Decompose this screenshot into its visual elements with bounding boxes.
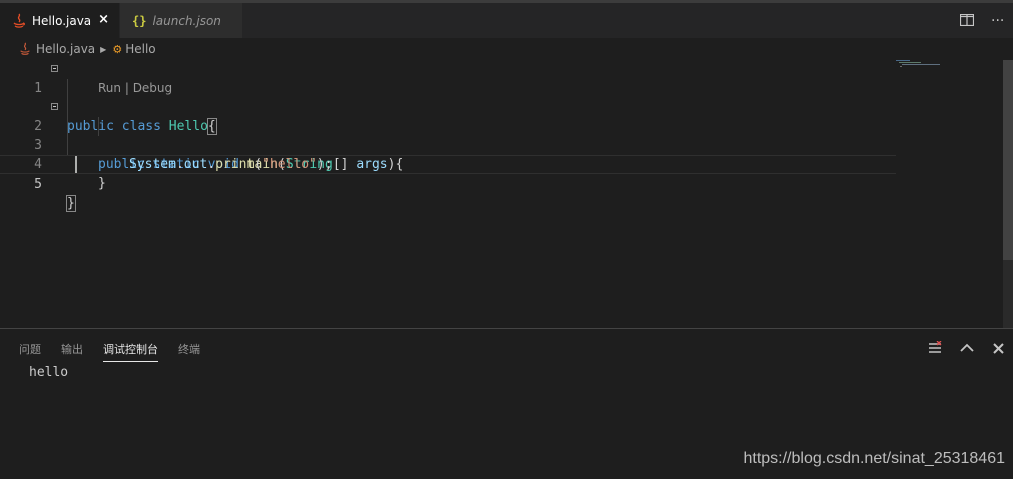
watermark: https://blog.csdn.net/sinat_25318461 (743, 450, 1005, 467)
tab-terminal[interactable]: 终端 (178, 341, 200, 357)
java-icon (20, 42, 30, 55)
debug-link[interactable]: Debug (133, 81, 172, 95)
debug-console-output: hello (29, 365, 69, 380)
line-number: 1 (34, 81, 42, 96)
brace: } (66, 195, 76, 212)
run-link[interactable]: Run (98, 81, 121, 95)
java-icon (13, 13, 25, 28)
text-cursor (75, 156, 77, 173)
code-line-1: 1 public class Hello{ (0, 60, 896, 135)
codelens-separator: | (121, 81, 133, 95)
minimap[interactable] (896, 59, 996, 69)
scrollbar-thumb[interactable] (1003, 60, 1013, 260)
tab-debug-console[interactable]: 调试控制台 (103, 341, 158, 362)
fold-icon[interactable] (51, 65, 58, 72)
breadcrumb: Hello.java ▶ ⚙ Hello (18, 40, 156, 58)
indent-guide (67, 79, 68, 155)
code-editor[interactable]: 1 public class Hello{ Run | Debug 2 publ… (0, 59, 1003, 327)
close-icon[interactable]: × (98, 12, 109, 27)
code-line-4: 4 } (0, 136, 896, 191)
close-panel-icon[interactable] (993, 343, 1004, 354)
tab-problems[interactable]: 问题 (19, 341, 41, 357)
code-line-3: 3 System.out.print("hello"); (0, 117, 896, 172)
code-line-2: 2 public static void main(String[] args)… (0, 98, 896, 172)
editor-tab-bar: Hello.java × {} launch.json ··· (0, 3, 1013, 38)
tab-hello-java[interactable]: Hello.java × (0, 3, 119, 38)
breadcrumb-file[interactable]: Hello.java (36, 42, 95, 56)
tab-label: Hello.java (32, 13, 92, 28)
line-number: 5 (34, 177, 42, 192)
split-editor-icon[interactable] (960, 14, 974, 26)
json-icon: {} (132, 13, 147, 28)
codelens: Run | Debug (98, 81, 172, 95)
tab-label: launch.json (152, 13, 221, 28)
indent-guide (98, 117, 99, 136)
fold-icon[interactable] (51, 103, 58, 110)
clear-console-icon[interactable] (928, 341, 942, 355)
breadcrumb-symbol[interactable]: Hello (125, 42, 155, 56)
vertical-scrollbar[interactable] (1003, 60, 1013, 328)
class-icon: ⚙ (112, 42, 123, 56)
code-line-5: 5 } (0, 155, 896, 212)
brace: } (98, 176, 106, 191)
maximize-panel-icon[interactable] (960, 343, 974, 353)
chevron-right-icon: ▶ (100, 44, 107, 54)
tab-launch-json[interactable]: {} launch.json (120, 3, 242, 38)
tab-output[interactable]: 输出 (61, 341, 83, 357)
more-actions-icon[interactable]: ··· (991, 13, 1004, 29)
